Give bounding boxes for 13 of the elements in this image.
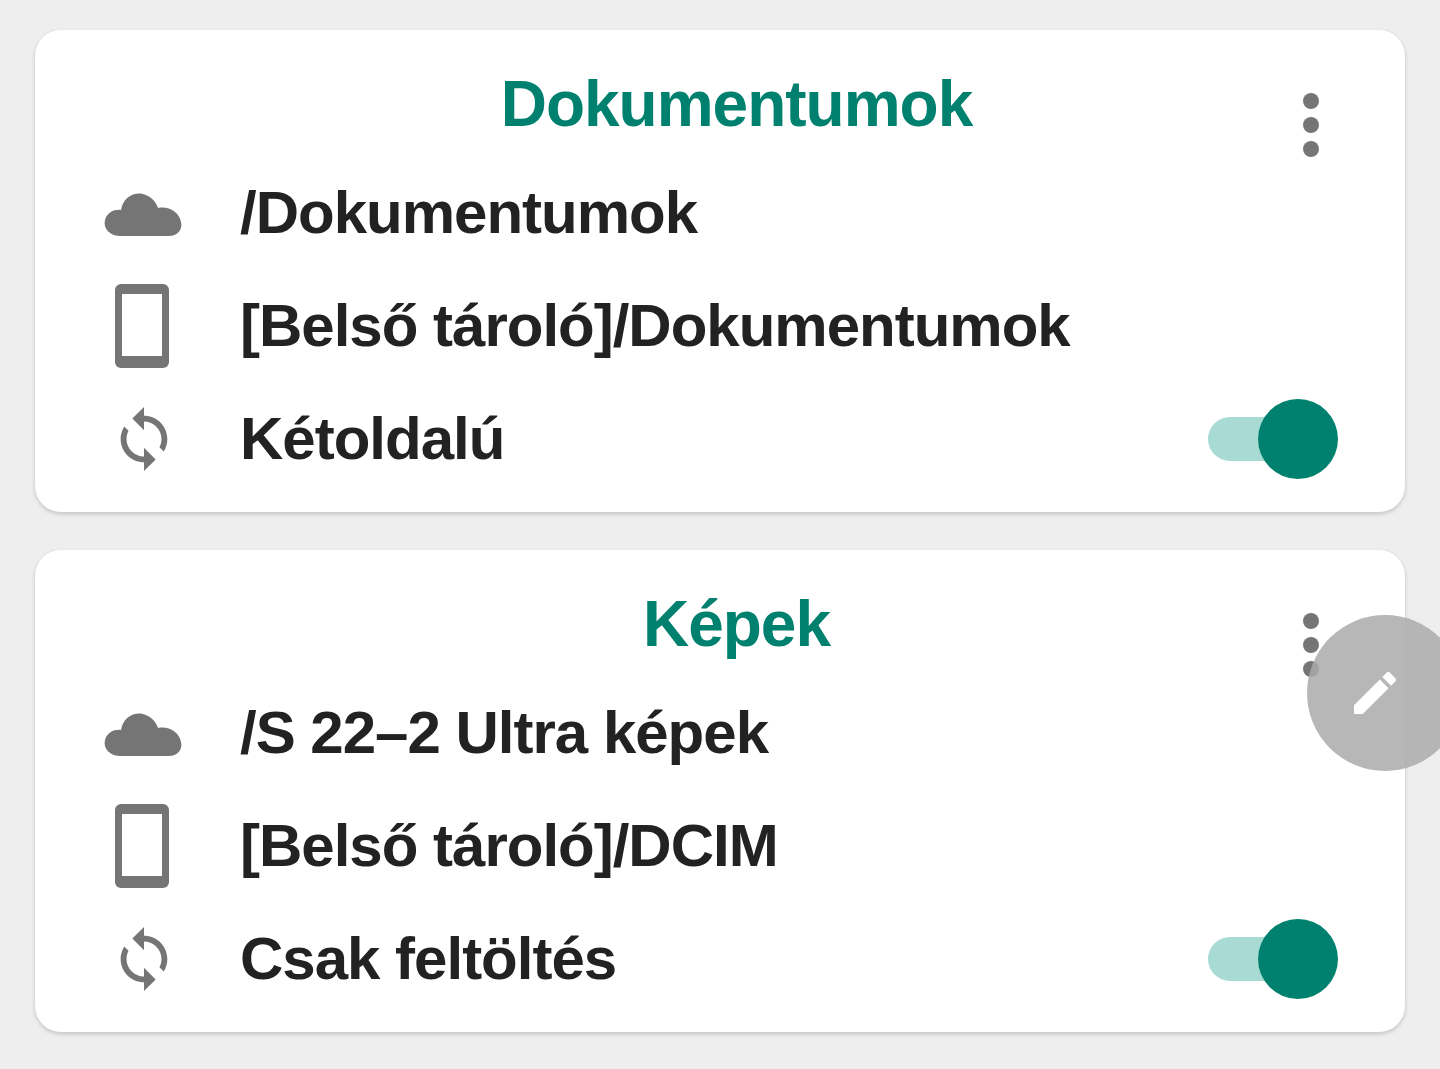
sync-toggle[interactable]: [1208, 918, 1338, 999]
phone-icon: [113, 801, 171, 890]
sync-mode: Kétoldalú: [240, 404, 506, 473]
sync-toggle[interactable]: [1208, 398, 1338, 479]
remote-path: /Dokumentumok: [240, 178, 699, 247]
remote-path: /S 22–2 Ultra képek: [240, 698, 770, 767]
card-title: Képek: [642, 587, 831, 662]
local-path: [Belső tároló]/Dokumentumok: [240, 291, 1072, 360]
more-options-icon[interactable]: [1301, 92, 1321, 158]
sync-mode: Csak feltöltés: [240, 924, 618, 993]
phone-icon: [113, 281, 171, 370]
local-path: [Belső tároló]/DCIM: [240, 811, 779, 880]
card-title: Dokumentumok: [500, 67, 973, 142]
